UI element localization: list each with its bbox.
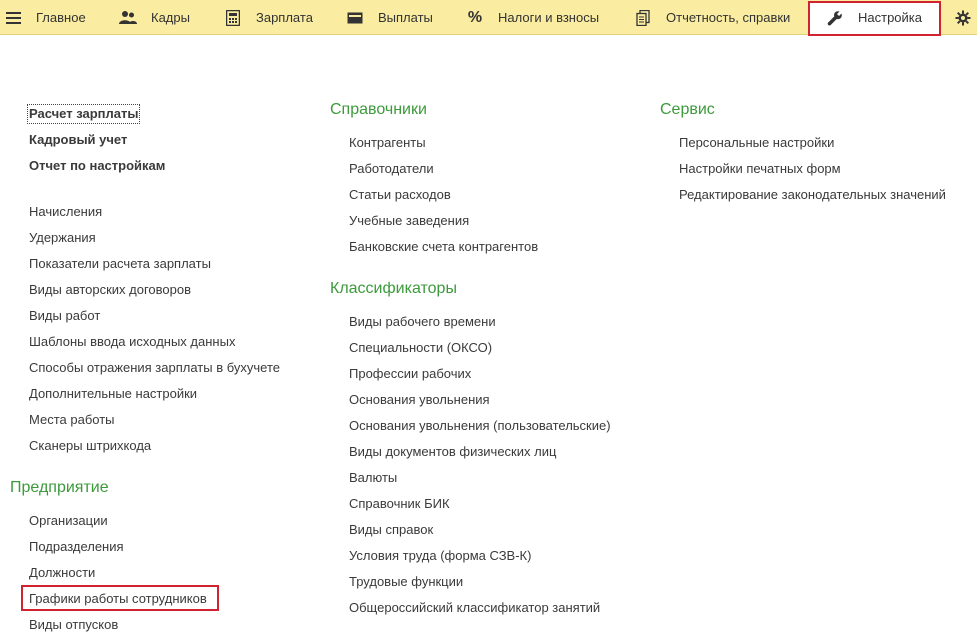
link-kadrovy-uchet[interactable]: Кадровый учет [29, 132, 127, 148]
tab-label: Налоги и взносы [498, 10, 600, 25]
section-panel: Главное Кадры Зарплата Выплаты % Налоги … [0, 0, 977, 36]
documents-icon [634, 9, 652, 27]
section-title-servis: Сервис [660, 101, 715, 118]
link-valyuty[interactable]: Валюты [349, 470, 397, 486]
link-dop-nastroyki[interactable]: Дополнительные настройки [29, 386, 197, 402]
link-podrazdeleniya[interactable]: Подразделения [29, 539, 124, 555]
tab-kadry[interactable]: Кадры [119, 0, 190, 35]
tab-nastroyka[interactable]: Настройка [826, 0, 922, 35]
link-uchebnye-zavedeniya[interactable]: Учебные заведения [349, 213, 469, 229]
link-pechatnye-formy[interactable]: Настройки печатных форм [679, 161, 841, 177]
link-professii[interactable]: Профессии рабочих [349, 366, 471, 382]
settings-button[interactable] [955, 0, 971, 35]
link-vidy-spravok[interactable]: Виды справок [349, 522, 433, 538]
link-trudovye-funktsii[interactable]: Трудовые функции [349, 574, 463, 590]
link-sposoby-otrazheniya[interactable]: Способы отражения зарплаты в бухучете [29, 360, 280, 376]
link-dolzhnosti[interactable]: Должности [29, 565, 95, 581]
main-menu-button[interactable] [6, 0, 22, 35]
gear-icon [955, 10, 971, 26]
link-avtorskie-dogovory[interactable]: Виды авторских договоров [29, 282, 191, 298]
link-osnovaniya-uvolneniya[interactable]: Основания увольнения [349, 392, 490, 408]
link-bankovskie-scheta[interactable]: Банковские счета контрагентов [349, 239, 538, 255]
link-stati-raskhodov[interactable]: Статьи расходов [349, 187, 451, 203]
tab-label: Главное [36, 10, 86, 25]
link-kontragenty[interactable]: Контрагенты [349, 135, 426, 151]
wrench-icon [826, 9, 844, 27]
tab-label: Отчетность, справки [666, 10, 791, 25]
link-osnovaniya-polzovatelskie[interactable]: Основания увольнения (пользовательские) [349, 418, 611, 434]
link-otchet-po-nastroykam[interactable]: Отчет по настройкам [29, 158, 165, 174]
section-title-klassifikatory: Классификаторы [330, 280, 457, 297]
link-zakonodatelnye-znacheniya[interactable]: Редактирование законодательных значений [679, 187, 946, 203]
percent-icon: % [467, 8, 483, 26]
link-okz[interactable]: Общероссийский классификатор занятий [349, 600, 600, 616]
link-vidy-otpuskov[interactable]: Виды отпусков [29, 617, 118, 633]
link-skanery[interactable]: Сканеры штрихкода [29, 438, 151, 454]
tab-zarplata[interactable]: Зарплата [224, 0, 313, 35]
tab-label: Зарплата [256, 10, 313, 25]
tab-label: Выплаты [378, 10, 433, 25]
tab-vyplaty[interactable]: Выплаты [346, 0, 433, 35]
tab-label: Настройка [858, 10, 922, 25]
link-organizatsii[interactable]: Организации [29, 513, 108, 529]
link-raschet-zarplaty[interactable]: Расчет зарплаты [26, 104, 141, 124]
hamburger-icon [6, 11, 22, 25]
link-mesta-raboty[interactable]: Места работы [29, 412, 115, 428]
link-nachisleniya[interactable]: Начисления [29, 204, 102, 220]
wallet-icon [346, 9, 364, 27]
link-usloviya-truda[interactable]: Условия труда (форма СЗВ-К) [349, 548, 531, 564]
link-spetsialnosti[interactable]: Специальности (ОКСО) [349, 340, 492, 356]
link-vidy-rabochego-vremeni[interactable]: Виды рабочего времени [349, 314, 496, 330]
link-grafiki-raboty[interactable]: Графики работы сотрудников [29, 591, 207, 607]
tab-nalogi[interactable]: % Налоги и взносы [466, 0, 599, 35]
link-personalnye-nastroyki[interactable]: Персональные настройки [679, 135, 834, 151]
link-vidy-rabot[interactable]: Виды работ [29, 308, 100, 324]
link-vidy-dokumentov[interactable]: Виды документов физических лиц [349, 444, 556, 460]
tab-glavnoe[interactable]: Главное [36, 0, 86, 35]
link-shablony[interactable]: Шаблоны ввода исходных данных [29, 334, 235, 350]
link-rabotodateli[interactable]: Работодатели [349, 161, 434, 177]
users-icon [119, 9, 137, 27]
section-title-predpriyatie: Предприятие [10, 479, 109, 496]
section-title-spravochniki: Справочники [330, 101, 427, 118]
tab-label: Кадры [151, 10, 190, 25]
link-uderzhaniya[interactable]: Удержания [29, 230, 96, 246]
link-pokazateli[interactable]: Показатели расчета зарплаты [29, 256, 211, 272]
tab-otchetnost[interactable]: Отчетность, справки [634, 0, 790, 35]
calculator-icon [224, 9, 242, 27]
link-spravochnik-bik[interactable]: Справочник БИК [349, 496, 450, 512]
